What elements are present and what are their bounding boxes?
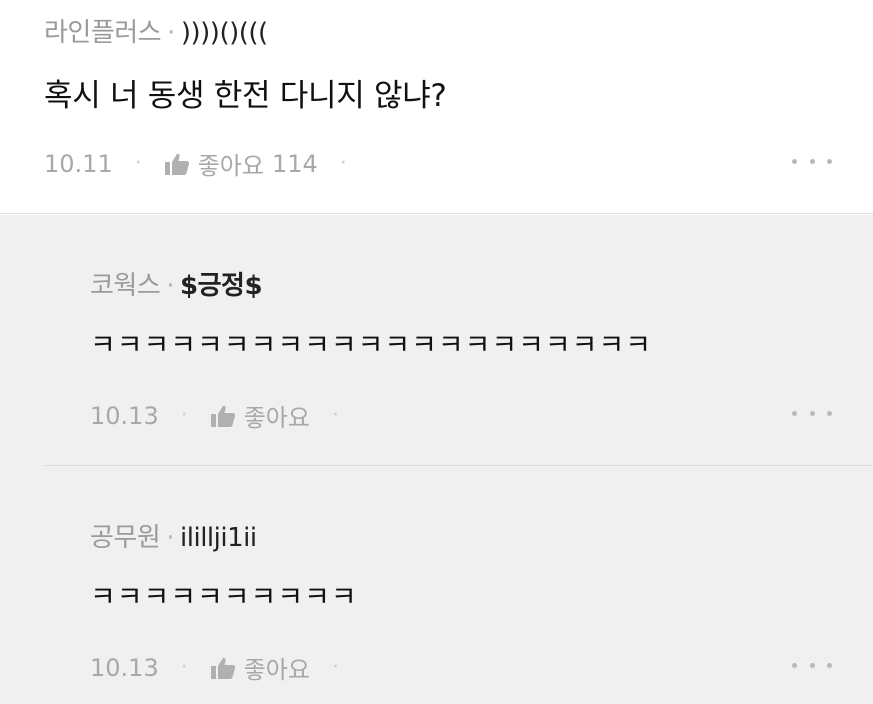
reply-divider — [44, 465, 873, 466]
like-button[interactable]: 좋아요 — [210, 650, 310, 685]
footer-separator: · — [180, 403, 188, 428]
reply-footer: 10.13 · 좋아요 · — [90, 398, 361, 433]
thumbs-up-icon — [164, 153, 189, 175]
author-company: 코웍스 — [90, 271, 161, 301]
more-options-button[interactable] — [792, 403, 832, 423]
footer-separator: · — [180, 655, 188, 680]
more-horizontal-icon — [792, 158, 797, 164]
footer-separator: · — [134, 151, 142, 176]
reply-author-line: 코웍스 · $긍정$ — [90, 265, 263, 302]
comment-text: 혹시 너 동생 한전 다니지 않냐? — [44, 78, 447, 114]
author-company: 라인플러스 — [44, 18, 162, 48]
reply-footer: 10.13 · 좋아요 · — [90, 650, 361, 685]
thumbs-up-icon — [210, 405, 235, 427]
comment-author-line: 라인플러스 ·))))()((( — [44, 12, 268, 49]
reply-text: ㅋㅋㅋㅋㅋㅋㅋㅋㅋㅋㅋㅋㅋㅋㅋㅋㅋㅋㅋㅋㅋ — [90, 328, 652, 361]
like-count: 114 — [271, 149, 318, 178]
more-horizontal-icon — [792, 662, 797, 668]
author-nickname[interactable]: ))))()((( — [181, 18, 268, 48]
like-label: 좋아요 — [197, 152, 264, 180]
like-label: 좋아요 — [243, 404, 310, 432]
footer-separator: · — [331, 403, 339, 428]
author-nickname[interactable]: ilillji1ii — [180, 523, 257, 553]
more-options-button[interactable] — [792, 151, 832, 171]
main-comment: 라인플러스 ·))))()((( 혹시 너 동생 한전 다니지 않냐? 10.11… — [0, 0, 873, 214]
reply-list: 코웍스 · $긍정$ ㅋㅋㅋㅋㅋㅋㅋㅋㅋㅋㅋㅋㅋㅋㅋㅋㅋㅋㅋㅋㅋ 10.13 · 좋… — [0, 215, 873, 704]
footer-separator: · — [339, 151, 347, 176]
more-options-button[interactable] — [792, 655, 832, 675]
more-horizontal-icon — [792, 410, 797, 416]
meta-separator: · — [166, 523, 175, 553]
like-button[interactable]: 좋아요 114 — [164, 146, 318, 181]
like-button[interactable]: 좋아요 — [210, 398, 310, 433]
meta-separator: · — [166, 271, 175, 301]
author-company: 공무원 — [90, 523, 161, 553]
reply-author-line: 공무원 · ilillji1ii — [90, 517, 257, 554]
footer-separator: · — [331, 655, 339, 680]
reply-text: ㅋㅋㅋㅋㅋㅋㅋㅋㅋㅋ — [90, 580, 358, 613]
thumbs-up-icon — [210, 657, 235, 679]
comment-date: 10.11 — [44, 149, 113, 178]
reply-date: 10.13 — [90, 653, 159, 682]
meta-separator: · — [167, 18, 175, 48]
author-nickname[interactable]: $긍정$ — [180, 271, 263, 301]
reply-date: 10.13 — [90, 401, 159, 430]
like-label: 좋아요 — [243, 656, 310, 684]
comment-footer: 10.11 · 좋아요 114 · — [44, 146, 369, 181]
